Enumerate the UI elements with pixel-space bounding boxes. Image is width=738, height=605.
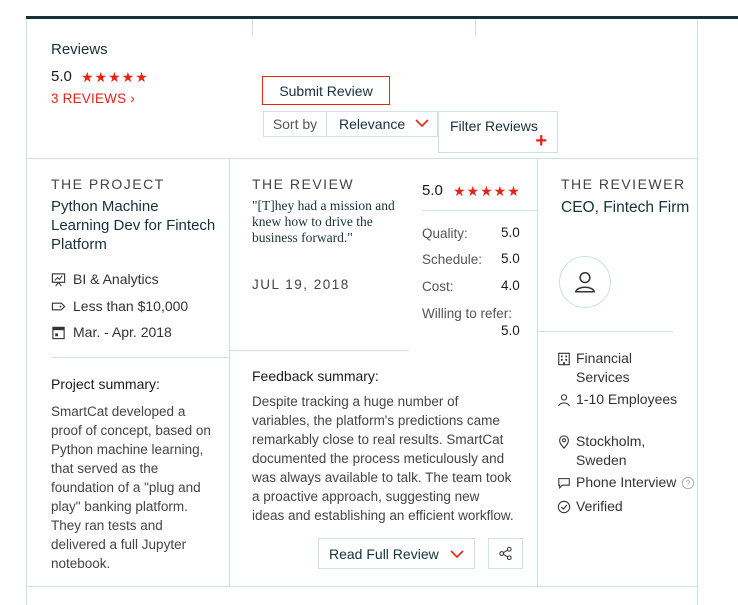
project-summary: SmartCat developed a proof of concept, b… xyxy=(51,404,211,571)
chevron-down-icon xyxy=(415,119,429,128)
filter-label: Filter Reviews xyxy=(450,118,538,134)
reviews-heading: Reviews xyxy=(51,41,108,58)
top-divider xyxy=(475,19,476,36)
project-section-label: THE PROJECT xyxy=(51,176,165,192)
user-icon xyxy=(574,272,596,293)
filter-reviews-button[interactable]: Filter Reviews + xyxy=(438,111,558,153)
chevron-down-icon xyxy=(450,550,464,559)
sort-select[interactable]: Relevance xyxy=(327,112,437,136)
reviewer-company-size: 1-10 Employees xyxy=(557,390,687,409)
share-icon xyxy=(499,546,512,561)
column-divider xyxy=(229,158,230,586)
card-top-border xyxy=(26,158,697,159)
reviewer-industry: Financial Services xyxy=(557,349,687,387)
review-source: Phone Interview ? xyxy=(557,473,702,492)
submit-review-button[interactable]: Submit Review xyxy=(262,76,390,105)
presentation-chart-icon xyxy=(51,272,66,286)
sort-value: Relevance xyxy=(339,116,406,132)
read-full-review-label: Read Full Review xyxy=(329,546,439,562)
reviewer-section-label: THE REVIEWER xyxy=(561,176,686,192)
row-divider xyxy=(51,357,229,358)
review-section-label: THE REVIEW xyxy=(252,176,355,192)
chat-bubble-icon xyxy=(558,478,570,490)
score-value: 5.0 xyxy=(501,225,520,240)
score-value: 5.0 xyxy=(501,251,520,266)
rating-stars: ★★★★★ xyxy=(81,69,149,85)
verified-badge: Verified xyxy=(557,497,687,516)
score-divider xyxy=(422,210,537,211)
refer-label: Willing to refer: xyxy=(422,306,513,321)
price-tag-icon xyxy=(51,302,66,310)
feedback-summary-heading: Feedback summary: xyxy=(252,368,379,384)
reviewer-location: Stockholm, Sweden xyxy=(557,432,687,470)
feedback-summary: Despite tracking a huge number of variab… xyxy=(252,394,514,523)
reviewer-name: CEO, Fintech Firm xyxy=(561,199,690,216)
sort-control: Sort by Relevance xyxy=(263,111,438,137)
score-label: Schedule: xyxy=(422,252,483,267)
frame-right-border xyxy=(697,19,698,605)
avatar xyxy=(559,256,611,308)
frame-left-border xyxy=(26,19,27,605)
reviewer-industry-text: Financial Services xyxy=(576,350,633,385)
review-source-text: Phone Interview xyxy=(576,474,677,490)
sort-label: Sort by xyxy=(264,112,327,136)
project-budget: Less than $10,000 xyxy=(51,298,188,314)
project-budget-text: Less than $10,000 xyxy=(73,298,189,314)
reviewer-company-size-text: 1-10 Employees xyxy=(576,391,678,407)
project-dates: Mar. - Apr. 2018 xyxy=(51,324,172,340)
refer-value: 5.0 xyxy=(501,323,520,338)
info-icon[interactable]: ? xyxy=(681,476,695,490)
calendar-icon xyxy=(52,326,65,339)
score-label: Quality: xyxy=(422,226,468,241)
card-bottom-border xyxy=(26,586,697,587)
review-overall-rating: 5.0 xyxy=(422,182,443,199)
top-bar xyxy=(26,16,738,19)
review-quote: "[T]hey had a mission and knew how to dr… xyxy=(252,198,395,245)
overall-rating: 5.0 xyxy=(51,68,72,85)
project-category-text: BI & Analytics xyxy=(73,271,159,287)
column-divider xyxy=(537,158,538,586)
read-full-review-button[interactable]: Read Full Review xyxy=(318,538,475,569)
project-dates-text: Mar. - Apr. 2018 xyxy=(73,324,172,340)
review-stars: ★★★★★ xyxy=(453,183,521,199)
plus-icon: + xyxy=(535,130,547,152)
check-circle-icon xyxy=(557,500,571,514)
location-pin-icon xyxy=(559,435,569,449)
verified-text: Verified xyxy=(576,498,623,514)
score-label: Cost: xyxy=(422,279,454,294)
reviews-count-link[interactable]: 3 REVIEWS › xyxy=(51,91,135,106)
row-divider xyxy=(229,350,409,351)
row-divider xyxy=(537,331,673,332)
project-title: Python Machine Learning Dev for Fintech … xyxy=(51,198,216,253)
top-divider xyxy=(252,19,253,36)
score-value: 4.0 xyxy=(501,278,520,293)
svg-text:?: ? xyxy=(686,479,691,488)
project-category: BI & Analytics xyxy=(51,271,159,287)
share-button[interactable] xyxy=(488,538,523,569)
reviewer-location-text: Stockholm, Sweden xyxy=(576,433,646,468)
review-date: JUL 19, 2018 xyxy=(252,277,350,292)
project-summary-heading: Project summary: xyxy=(51,376,160,392)
user-icon xyxy=(558,394,570,407)
building-icon xyxy=(558,352,570,366)
